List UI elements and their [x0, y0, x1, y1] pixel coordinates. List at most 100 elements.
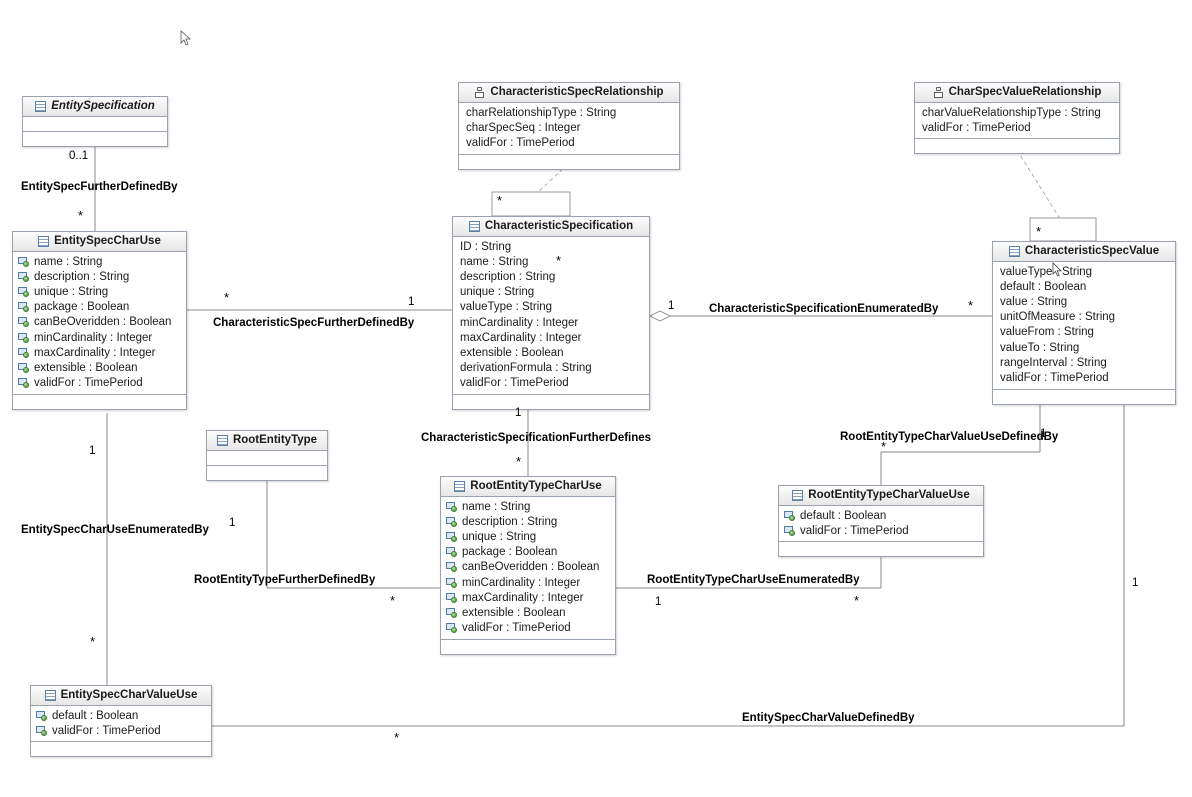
class-box-charspecvaluerelationship[interactable]: CharSpecValueRelationship charValueRelat… — [914, 82, 1120, 155]
multiplicity-rootentitytype-down: 1 — [229, 517, 236, 529]
class-icon — [44, 690, 56, 701]
assoc-label-rootentitytypefurtherdefinedby: RootEntityTypeFurtherDefinedBy — [194, 574, 376, 586]
attribute-row: maxCardinality : Integer — [13, 345, 186, 360]
class-attributes-compartment: ID : String name : String description : … — [453, 237, 649, 395]
multiplicity-furtherdefines-bottom: * — [516, 454, 522, 469]
attribute-row: maxCardinality : Integer — [453, 330, 649, 345]
attribute-icon — [446, 592, 458, 603]
uml-diagram-canvas: EntitySpecification CharacteristicSpecRe… — [0, 0, 1192, 797]
attribute-label: rangeInterval : String — [1000, 356, 1107, 369]
attribute-row: extensible : Boolean — [441, 605, 615, 620]
attribute-row: extensible : Boolean — [453, 345, 649, 360]
class-box-rootentitytype[interactable]: RootEntityType — [206, 430, 328, 481]
attribute-label: ID : String — [460, 240, 512, 253]
class-header-rootentitytypecharuse: RootEntityTypeCharUse — [441, 477, 615, 497]
attribute-label: validFor : TimePeriod — [922, 121, 1031, 134]
attribute-row: validFor : TimePeriod — [779, 523, 983, 538]
attribute-row: unique : String — [441, 529, 615, 544]
association-class-icon — [933, 87, 944, 98]
attribute-icon — [446, 607, 458, 618]
assoc-label-characteristicspecificationfurtherdefines: CharacteristicSpecificationFurtherDefine… — [421, 432, 652, 444]
class-attributes-compartment: name : String description : String uniqu… — [441, 497, 615, 640]
multiplicity-entityspec-upper: 0..1 — [69, 150, 89, 162]
class-box-characteristicspecification[interactable]: CharacteristicSpecification ID : String … — [452, 216, 650, 410]
multiplicity-entityspec-lower: * — [78, 208, 84, 223]
attribute-label: maxCardinality : Integer — [462, 591, 584, 604]
attribute-row: description : String — [453, 269, 649, 284]
assoc-label-entityspeccharuseenumeratedby: EntitySpecCharUseEnumeratedBy — [21, 524, 209, 536]
class-operations-compartment — [31, 742, 211, 757]
class-operations-compartment — [453, 394, 649, 409]
attribute-icon — [446, 577, 458, 588]
attribute-label: validFor : TimePeriod — [462, 622, 571, 635]
attribute-label: maxCardinality : Integer — [460, 331, 582, 344]
attribute-label: description : String — [460, 270, 556, 283]
attribute-label: name : String — [34, 255, 103, 268]
class-box-characteristicspecrelationship[interactable]: CharacteristicSpecRelationship charRelat… — [458, 82, 680, 170]
class-attributes-compartment: charValueRelationshipType : String valid… — [915, 103, 1119, 140]
attribute-icon — [784, 510, 796, 521]
attribute-label: default : Boolean — [800, 509, 887, 522]
attribute-label: description : String — [34, 270, 130, 283]
class-icon — [1008, 246, 1020, 257]
attribute-label: valueType : String — [1000, 265, 1093, 278]
class-title: RootEntityType — [232, 433, 318, 446]
attribute-row: description : String — [441, 514, 615, 529]
attribute-icon — [784, 525, 796, 536]
class-icon — [38, 236, 50, 247]
attribute-icon — [18, 271, 30, 282]
class-header-entityspeccharuse: EntitySpecCharUse — [13, 232, 186, 252]
class-attributes-compartment: default : Boolean validFor : TimePeriod — [31, 706, 211, 743]
class-header-rootentitytype: RootEntityType — [207, 431, 327, 451]
attribute-label: minCardinality : Integer — [462, 576, 581, 589]
assoc-label-characteristicspecfurtherdefinedby: CharacteristicSpecFurtherDefinedBy — [213, 317, 415, 329]
assoc-label-entityspecfurtherdefinedby: EntitySpecFurtherDefinedBy — [21, 181, 178, 193]
attribute-label: package : Boolean — [34, 301, 130, 314]
attribute-label: minCardinality : Integer — [460, 316, 579, 329]
attribute-row: value : String — [993, 294, 1175, 309]
attribute-label: validFor : TimePeriod — [800, 524, 909, 537]
attribute-icon — [18, 378, 30, 389]
attribute-label: default : Boolean — [52, 709, 139, 722]
attribute-icon — [18, 256, 30, 267]
attribute-row: maxCardinality : Integer — [441, 590, 615, 605]
attribute-label: unique : String — [34, 285, 109, 298]
attribute-row: extensible : Boolean — [13, 360, 186, 375]
attribute-icon — [446, 562, 458, 573]
attribute-label: canBeOveridden : Boolean — [34, 316, 172, 329]
attribute-icon — [18, 347, 30, 358]
class-box-characteristicspecvalue[interactable]: CharacteristicSpecValue valueType : Stri… — [992, 241, 1176, 405]
class-box-entityspecification[interactable]: EntitySpecification — [22, 96, 168, 147]
attribute-label: package : Boolean — [462, 546, 558, 559]
multiplicity-entityspeccharuse-down: 1 — [89, 445, 96, 457]
class-box-entityspeccharuse[interactable]: EntitySpecCharUse name : String descript… — [12, 231, 187, 410]
mouse-cursor-top — [180, 30, 192, 46]
attribute-icon — [18, 317, 30, 328]
assoc-label-characteristicspecificationenumeratedby: CharacteristicSpecificationEnumeratedBy — [709, 303, 939, 315]
assoc-label-entityspeccharvaluedefinedby: EntitySpecCharValueDefinedBy — [742, 712, 915, 724]
multiplicity-rootvalueuse-left: * — [881, 439, 887, 454]
attribute-label: validFor : TimePeriod — [34, 377, 143, 390]
attribute-row: derivationFormula : String — [453, 361, 649, 376]
class-header-entityspeccharvalueuse: EntitySpecCharValueUse — [31, 686, 211, 706]
multiplicity-charspec-inline: * — [556, 253, 562, 268]
class-box-entityspeccharvalueuse[interactable]: EntitySpecCharValueUse default : Boolean… — [30, 685, 212, 758]
attribute-label: extensible : Boolean — [460, 346, 564, 359]
class-header-characteristicspecrelationship: CharacteristicSpecRelationship — [459, 83, 679, 103]
class-box-rootentitytypecharuse[interactable]: RootEntityTypeCharUse name : String desc… — [440, 476, 616, 655]
attribute-label: validFor : TimePeriod — [1000, 371, 1109, 384]
multiplicity-rootfurther-right: * — [390, 593, 396, 608]
class-operations-compartment — [13, 394, 186, 409]
class-attributes-compartment: default : Boolean validFor : TimePeriod — [779, 506, 983, 543]
class-attributes-compartment: charRelationshipType : String charSpecSe… — [459, 103, 679, 155]
attribute-label: validFor : TimePeriod — [460, 377, 569, 390]
attribute-row: valueType : String — [453, 300, 649, 315]
class-operations-compartment — [207, 466, 327, 480]
class-box-rootentitytypecharvalueuse[interactable]: RootEntityTypeCharValueUse default : Boo… — [778, 485, 984, 558]
multiplicity-charspecfurther-left: * — [224, 290, 230, 305]
multiplicity-specvalue-right: 1 — [1132, 577, 1139, 589]
multiplicity-rootvalueuse-top: 1 — [1040, 428, 1047, 440]
class-title: RootEntityTypeCharValueUse — [808, 488, 970, 501]
class-attributes-compartment — [207, 451, 327, 466]
multiplicity-bottom-line: * — [394, 730, 400, 745]
